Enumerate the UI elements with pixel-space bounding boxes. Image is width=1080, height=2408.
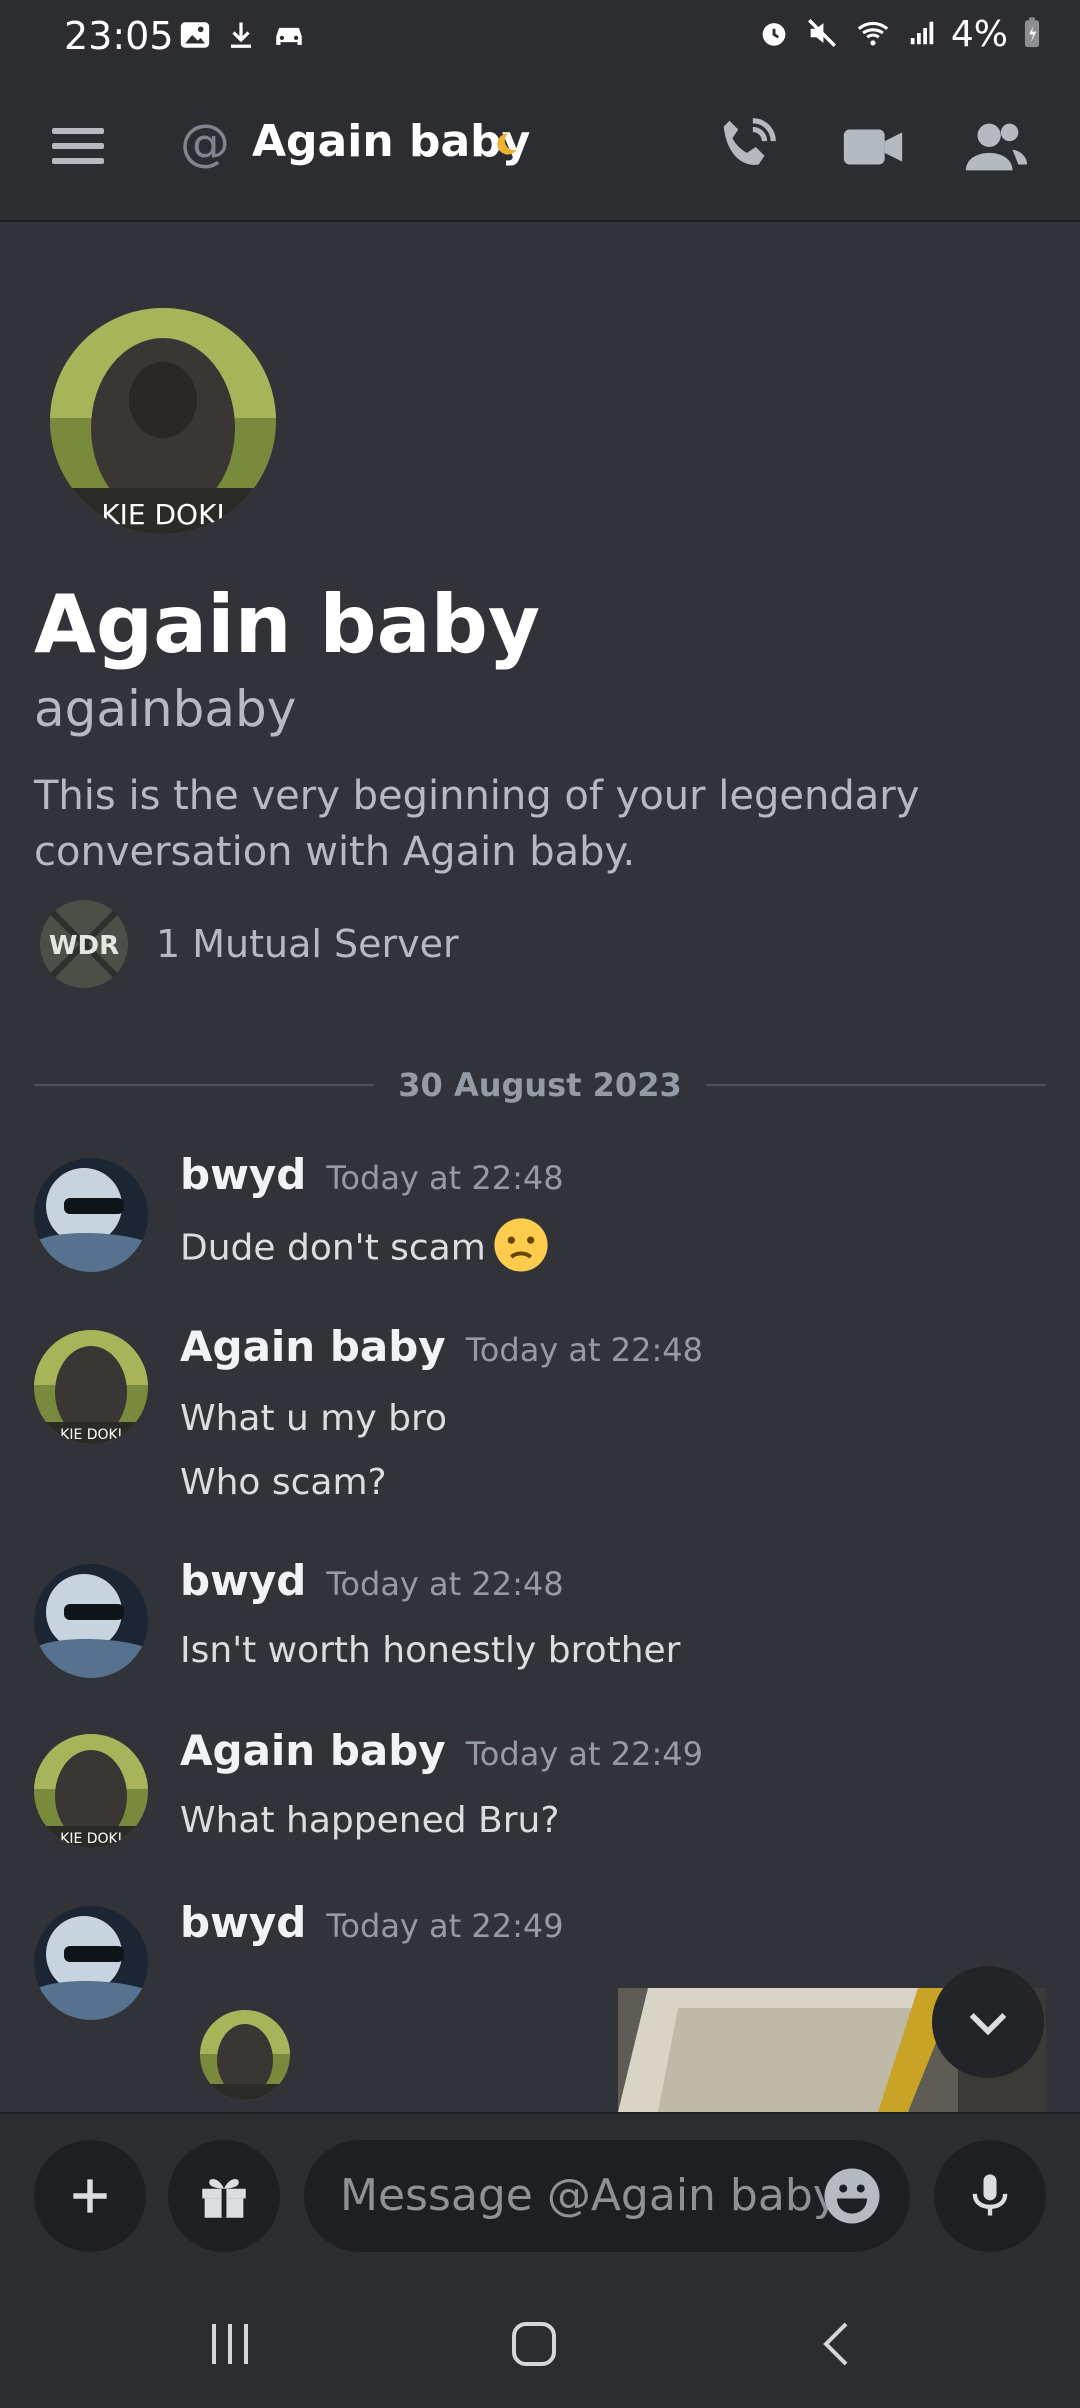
message-timestamp: Today at 22:48 bbox=[326, 1565, 564, 1603]
avatar-caption: KIE DOKI bbox=[60, 1831, 122, 1847]
battery-percent: 4% bbox=[950, 14, 1008, 55]
car-icon bbox=[270, 18, 308, 56]
message-author[interactable]: Again baby bbox=[180, 1726, 446, 1775]
conversation-intro-text: This is the very beginning of your legen… bbox=[34, 773, 920, 875]
profile-avatar[interactable]: KIE DOKI bbox=[50, 308, 276, 534]
message-text: Who scam? bbox=[180, 1462, 387, 1503]
avatar[interactable]: KIE DOKI bbox=[34, 1734, 148, 1848]
image-icon bbox=[178, 18, 212, 56]
signal-icon bbox=[907, 16, 937, 54]
system-navigation-bar bbox=[0, 2276, 1080, 2408]
status-time: 23:05 bbox=[64, 14, 174, 58]
channel-title[interactable]: Again baby bbox=[252, 116, 530, 167]
back-icon[interactable] bbox=[808, 2314, 868, 2374]
home-icon[interactable] bbox=[504, 2314, 564, 2374]
mutual-server-icon[interactable]: WDR bbox=[40, 900, 128, 988]
voice-call-icon[interactable] bbox=[712, 112, 782, 182]
members-icon[interactable] bbox=[960, 112, 1030, 182]
gift-button[interactable] bbox=[168, 2140, 280, 2252]
mutual-servers-link[interactable]: 1 Mutual Server bbox=[156, 922, 459, 966]
add-attachment-button[interactable] bbox=[34, 2140, 146, 2252]
message-input[interactable]: Message @Again baby bbox=[304, 2140, 910, 2252]
avatar[interactable] bbox=[34, 1158, 148, 1272]
jump-to-latest-button[interactable] bbox=[932, 1966, 1044, 2078]
message-text: Dude don't scam bbox=[180, 1227, 486, 1269]
message-timestamp: Today at 22:49 bbox=[326, 1907, 564, 1945]
recent-apps-icon[interactable] bbox=[200, 2314, 260, 2374]
frowning-face-icon bbox=[492, 1216, 550, 1283]
gift-icon bbox=[202, 2178, 246, 2218]
embed-avatar[interactable] bbox=[200, 2010, 290, 2100]
avatar[interactable] bbox=[34, 1564, 148, 1678]
battery-charging-icon bbox=[1022, 16, 1042, 54]
message-timestamp: Today at 22:49 bbox=[465, 1735, 703, 1773]
message-author[interactable]: bwyd bbox=[180, 1556, 306, 1605]
idle-status-icon bbox=[492, 130, 520, 162]
message-timestamp: Today at 22:48 bbox=[465, 1331, 703, 1369]
message-text: Isn't worth honestly brother bbox=[180, 1630, 681, 1671]
divider-date: 30 August 2023 bbox=[374, 1066, 706, 1104]
message-text: What happened Bru? bbox=[180, 1800, 560, 1841]
at-icon: @ bbox=[180, 114, 230, 172]
chevron-down-icon bbox=[969, 2013, 1007, 2036]
alarm-icon bbox=[757, 16, 791, 54]
message-author[interactable]: bwyd bbox=[180, 1150, 306, 1199]
video-call-icon[interactable] bbox=[838, 112, 908, 182]
profile-display-name: Again baby bbox=[34, 578, 541, 671]
date-divider: 30 August 2023 bbox=[34, 1064, 1046, 1106]
message-composer: Message @Again baby bbox=[0, 2112, 1080, 2276]
mutual-server-badge: WDR bbox=[49, 931, 119, 961]
avatar[interactable] bbox=[34, 1906, 148, 2020]
message-author[interactable]: bwyd bbox=[180, 1898, 306, 1947]
message-input-placeholder: Message @Again baby bbox=[340, 2170, 839, 2221]
emoji-picker-icon[interactable] bbox=[822, 2166, 882, 2226]
profile-username: againbaby bbox=[34, 680, 297, 738]
mute-icon bbox=[805, 16, 839, 54]
menu-icon[interactable] bbox=[48, 122, 108, 170]
message-text: What u my bro bbox=[180, 1398, 447, 1439]
avatar-caption: KIE DOKI bbox=[101, 498, 224, 531]
plus-icon bbox=[73, 2179, 107, 2213]
status-bar: 23:05 4% bbox=[0, 0, 1080, 72]
download-icon bbox=[226, 18, 256, 56]
wifi-icon bbox=[853, 16, 893, 54]
voice-message-button[interactable] bbox=[934, 2140, 1046, 2252]
channel-header: @ Again baby bbox=[0, 72, 1080, 222]
microphone-icon bbox=[972, 2174, 1008, 2216]
message-timestamp: Today at 22:48 bbox=[326, 1159, 564, 1197]
avatar-caption: KIE DOKI bbox=[60, 1427, 122, 1443]
avatar[interactable]: KIE DOKI bbox=[34, 1330, 148, 1444]
message-author[interactable]: Again baby bbox=[180, 1322, 446, 1371]
